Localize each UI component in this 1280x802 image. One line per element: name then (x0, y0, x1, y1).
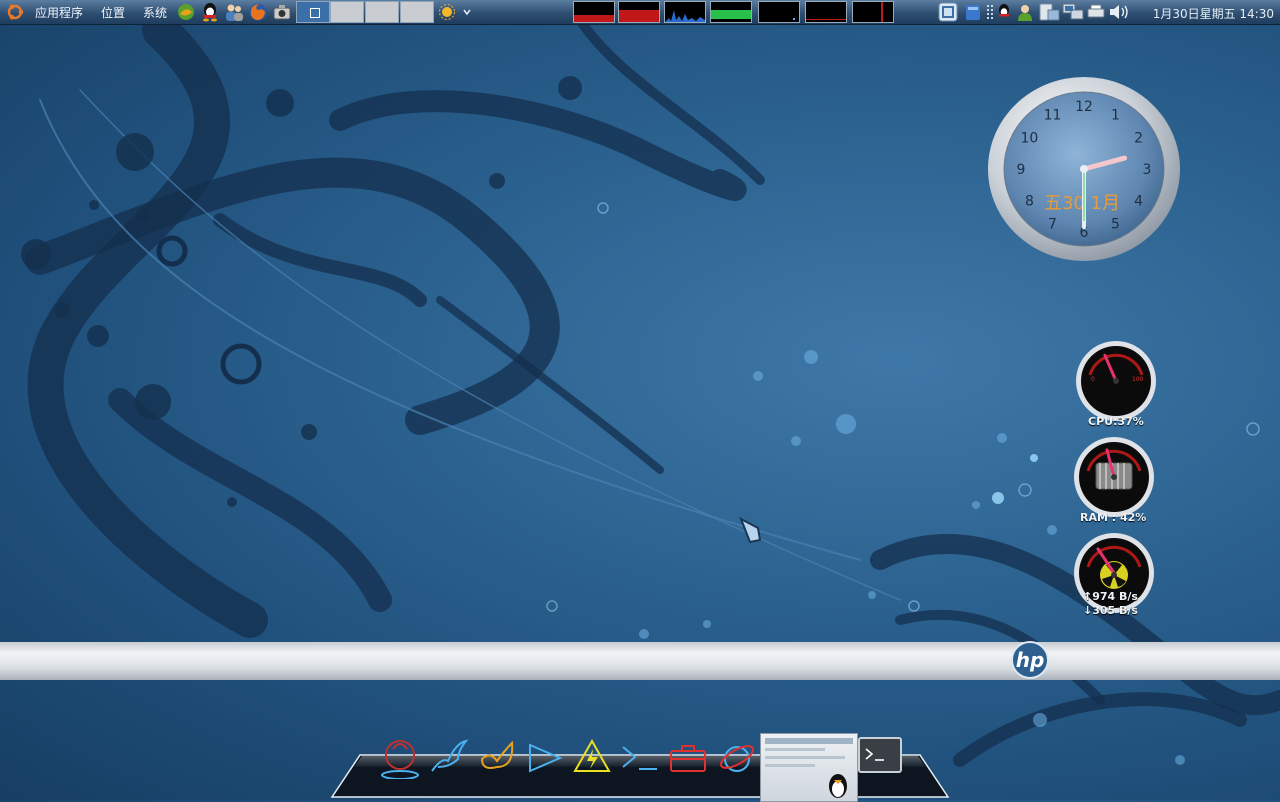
hp-logo: hp (1011, 641, 1049, 679)
ram-gauge[interactable] (1072, 435, 1156, 519)
workspace-3[interactable] (365, 1, 399, 23)
window-switcher-icon[interactable] (938, 2, 958, 22)
contacts-icon[interactable] (224, 2, 244, 22)
hp-banner (0, 642, 1280, 680)
panel-handle-icon (987, 5, 993, 19)
ubuntu-logo-icon[interactable] (6, 3, 24, 21)
clock-numeral: 7 (1048, 217, 1057, 233)
clipboard-icon[interactable] (1038, 3, 1060, 21)
terminal-prompt-icon[interactable] (619, 737, 661, 779)
network-monitor[interactable] (664, 1, 706, 23)
menu-system[interactable]: 系统 (143, 4, 167, 21)
top-panel: 应用程序 位置 系统 1月30日星期五 14:30 (0, 0, 1280, 25)
cpu-monitor[interactable] (573, 1, 615, 23)
clock-numeral: 9 (1017, 162, 1026, 178)
play-icon[interactable] (524, 737, 566, 779)
camera-icon[interactable] (272, 2, 292, 22)
menu-places[interactable]: 位置 (101, 4, 125, 21)
svg-text:0: 0 (1091, 376, 1095, 383)
clock-numeral: 8 (1025, 194, 1034, 210)
qq-icon[interactable] (200, 2, 220, 22)
menu-applications[interactable]: 应用程序 (35, 4, 83, 21)
clock-numeral: 4 (1134, 194, 1143, 210)
load-monitor[interactable] (758, 1, 800, 23)
qq-tray-icon[interactable] (995, 3, 1013, 21)
warning-icon[interactable] (571, 737, 613, 779)
butterfly-icon[interactable] (476, 737, 518, 779)
panel-datetime[interactable]: 1月30日星期五 14:30 (1153, 5, 1274, 22)
analog-clock-widget[interactable]: 121234567891011 五30 1月 (986, 75, 1182, 263)
bird-icon[interactable] (428, 737, 470, 779)
power-icon[interactable] (379, 737, 421, 779)
clock-numeral: 5 (1111, 217, 1120, 233)
network-upload-label: ↑974 B/s (1083, 590, 1138, 603)
firefox-icon[interactable] (248, 2, 268, 22)
browser-icon[interactable] (716, 737, 758, 779)
clock-numeral: 2 (1134, 131, 1143, 147)
swap-monitor[interactable] (710, 1, 752, 23)
clock-numeral: 12 (1075, 99, 1093, 115)
svg-text:100: 100 (1132, 376, 1144, 383)
cpu-gauge[interactable]: 0 100 (1074, 339, 1158, 423)
printer-icon[interactable] (1086, 3, 1106, 21)
network-download-label: ↓305 B/s (1083, 604, 1138, 617)
penguin-icon (829, 774, 847, 798)
mouse-cursor-icon (739, 516, 762, 544)
weather-icon[interactable] (438, 3, 474, 21)
toolbox-icon[interactable] (667, 737, 709, 779)
network-icon[interactable] (1062, 3, 1084, 21)
workspace-2[interactable] (330, 1, 364, 23)
workspace-4[interactable] (400, 1, 434, 23)
clock-numeral: 3 (1143, 162, 1152, 178)
clock-numeral: 1 (1111, 107, 1120, 123)
window-thumbnail[interactable] (760, 733, 858, 802)
temp-monitor[interactable] (852, 1, 894, 23)
terminal-window-icon[interactable] (858, 737, 902, 773)
files-icon[interactable] (964, 3, 982, 21)
workspace-1[interactable] (296, 1, 330, 23)
clock-numeral: 10 (1020, 131, 1038, 147)
user-icon[interactable] (1016, 3, 1034, 21)
ram-gauge-label: RAM : 42% (1080, 511, 1147, 524)
disk-monitor[interactable] (805, 1, 847, 23)
clock-numeral: 11 (1044, 107, 1062, 123)
volume-icon[interactable] (1108, 3, 1130, 21)
memory-monitor[interactable] (618, 1, 660, 23)
svg-text:hp: hp (1016, 648, 1045, 672)
fish-icon[interactable] (176, 2, 196, 22)
cpu-gauge-label: CPU:37% (1088, 415, 1144, 428)
